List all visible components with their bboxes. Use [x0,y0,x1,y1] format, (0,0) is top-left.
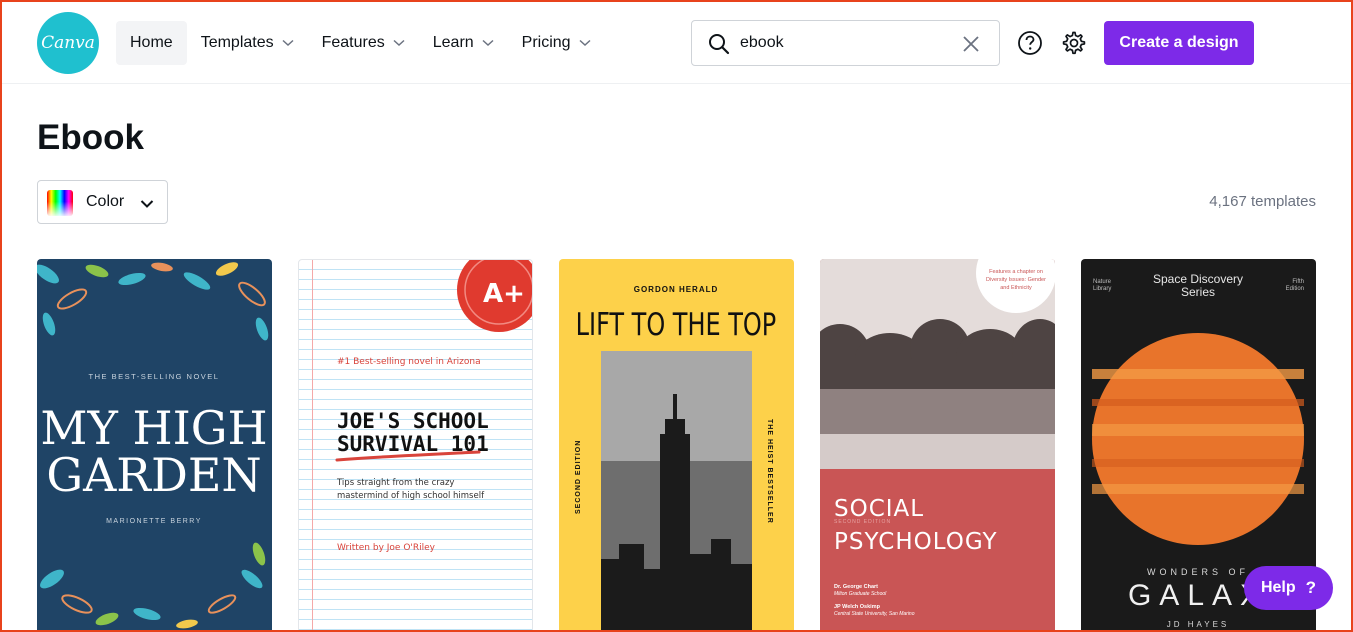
search-bar [691,20,1000,66]
nav-home[interactable]: Home [116,21,187,65]
chevron-down-icon [579,39,591,47]
card-title-line1: JOE'S SCHOOL [337,409,489,433]
corner-right-line1: Fifth [1292,279,1304,285]
card-overline: THE BEST-SELLING NOVEL [89,372,220,381]
card-artwork: GORDON HERALD LIFT TO THE TOP SECOND EDI… [575,285,777,632]
card-artwork: Features a chapter on Diversity Issues: … [820,259,1055,617]
nav-learn-label: Learn [432,34,474,51]
search-icon [709,34,730,55]
card-tag: #1 Best-selling novel in Arizona [337,357,481,367]
logo-text: Canva [41,33,95,53]
badge-line3: and Ethnicity [1000,285,1032,291]
search-input[interactable] [740,31,940,55]
corner-right-line2: Edition [1286,286,1304,292]
corner-left-line1: Nature [1093,279,1112,285]
canva-logo[interactable]: Canva [37,12,99,74]
nav-features-label: Features [321,34,385,51]
card-author1: Dr. George Chart [834,584,878,590]
card-left-vertical: SECOND EDITION [575,440,582,514]
chevron-down-icon [482,39,494,47]
nav-templates[interactable]: Templates [187,21,308,65]
series-line2: Series [1181,285,1215,299]
color-swatch-icon [47,190,73,216]
planet-illustration [1092,333,1304,545]
card-title-line2: PSYCHOLOGY [834,529,998,555]
card-school2: Central State University, San Marino [834,611,915,617]
help-circle-icon[interactable] [1016,29,1044,57]
color-filter-label: Color [86,193,125,210]
template-count: 4,167 templates [1209,193,1316,210]
help-label: Help [1260,579,1296,596]
nav-templates-label: Templates [200,34,274,51]
nav-pricing-label: Pricing [521,34,571,51]
card-artwork: A+ #1 Best-selling novel in Arizona JOE'… [335,260,532,553]
card-author: JD HAYES [1167,620,1230,629]
badge-line1: Features a chapter on [989,269,1043,275]
chevron-down-icon [282,39,294,47]
create-design-label: Create a design [1119,34,1239,51]
help-button[interactable]: Help ? [1244,566,1333,610]
nav-pricing[interactable]: Pricing [508,21,605,65]
series-line1: Space Discovery [1153,272,1243,286]
card-author2: JP Welch Oskimp [834,604,881,610]
leaf-border-bottom-decoration [40,542,266,629]
template-card[interactable]: Features a chapter on Diversity Issues: … [820,259,1055,632]
gear-icon[interactable] [1060,29,1088,57]
clear-search-icon[interactable] [961,34,981,54]
card-title: LIFT TO THE TOP [576,306,777,342]
river-photo-trees [820,319,1055,389]
nav-learn[interactable]: Learn [419,21,508,65]
chevron-down-icon [140,200,154,208]
card-byline: Written by Joe O'Riley [337,543,436,553]
template-card[interactable]: GORDON HERALD LIFT TO THE TOP SECOND EDI… [559,259,794,632]
card-artwork: THE BEST-SELLING NOVEL MY HIGH GARDEN MA… [37,262,269,629]
card-title-line1: MY HIGH [40,401,267,455]
card-title-line2: GARDEN [46,448,261,502]
chevron-down-icon [393,39,405,47]
template-card[interactable]: THE BEST-SELLING NOVEL MY HIGH GARDEN MA… [37,259,272,632]
main-nav: Home Templates Features Learn Pricing [116,21,605,65]
corner-left-line2: Library [1093,286,1111,292]
card-subtitle-line2: mastermind of high school himself [337,491,485,501]
nav-home-label: Home [130,34,173,51]
color-filter-dropdown[interactable]: Color [37,180,168,224]
grade-badge-text: A+ [483,279,525,309]
page-title: Ebook [37,118,144,157]
card-right-vertical: THE HEIST BESTSELLER [766,419,773,524]
card-overline: WONDERS OF [1147,567,1249,577]
question-mark-icon: ? [1305,578,1317,597]
nav-features[interactable]: Features [308,21,419,65]
card-school1: Milton Graduate School [834,591,887,597]
create-design-button[interactable]: Create a design [1104,21,1254,65]
card-subtitle-line1: Tips straight from the crazy [336,478,454,488]
card-author: MARIONETTE BERRY [106,518,202,525]
card-edition: SECOND EDITION [834,519,891,525]
top-navigation-bar: Canva Home Templates Features Learn Pric… [0,0,1353,84]
leaf-border-top-decoration [37,262,269,341]
template-card[interactable]: A+ #1 Best-selling novel in Arizona JOE'… [298,259,533,632]
river-photo-bank [820,434,1055,469]
card-author: GORDON HERALD [634,285,719,294]
badge-line2: Diversity Issues: Gender [986,277,1046,283]
